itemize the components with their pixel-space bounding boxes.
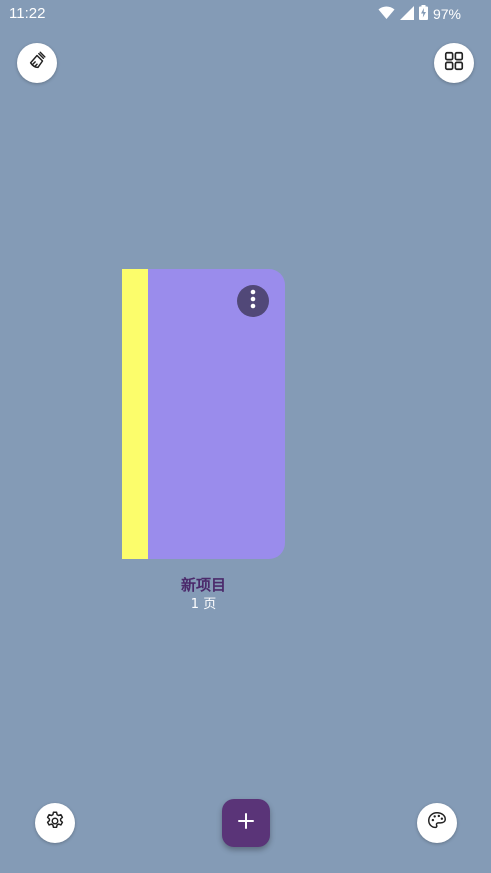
notebook-page-count: 1 页 xyxy=(190,597,217,612)
grid-view-icon xyxy=(443,50,465,76)
signal-icon xyxy=(399,5,414,24)
status-bar: 11:22 97% xyxy=(0,0,491,28)
notebook-menu-button[interactable] xyxy=(237,285,269,317)
palette-icon xyxy=(426,810,448,836)
wifi-icon xyxy=(378,5,395,24)
settings-button[interactable] xyxy=(35,803,75,843)
notebook-title[interactable]: 新项目 xyxy=(122,574,285,595)
grid-view-button[interactable] xyxy=(434,43,474,83)
theme-palette-button[interactable] xyxy=(417,803,457,843)
add-notebook-button[interactable] xyxy=(222,799,270,847)
status-icons: 97% xyxy=(378,4,461,24)
battery-percentage: 97% xyxy=(432,6,461,22)
more-vert-icon xyxy=(250,289,256,313)
notebook-cover xyxy=(148,269,285,559)
status-time: 11:22 xyxy=(9,5,46,22)
plus-icon xyxy=(237,812,255,834)
notebook-spine xyxy=(122,269,148,559)
battery-charging-icon xyxy=(418,4,428,24)
settings-gear-icon xyxy=(44,810,66,836)
cleanup-brush-icon xyxy=(26,50,48,76)
cleanup-button[interactable] xyxy=(17,43,57,83)
notebook-card[interactable] xyxy=(122,269,285,559)
